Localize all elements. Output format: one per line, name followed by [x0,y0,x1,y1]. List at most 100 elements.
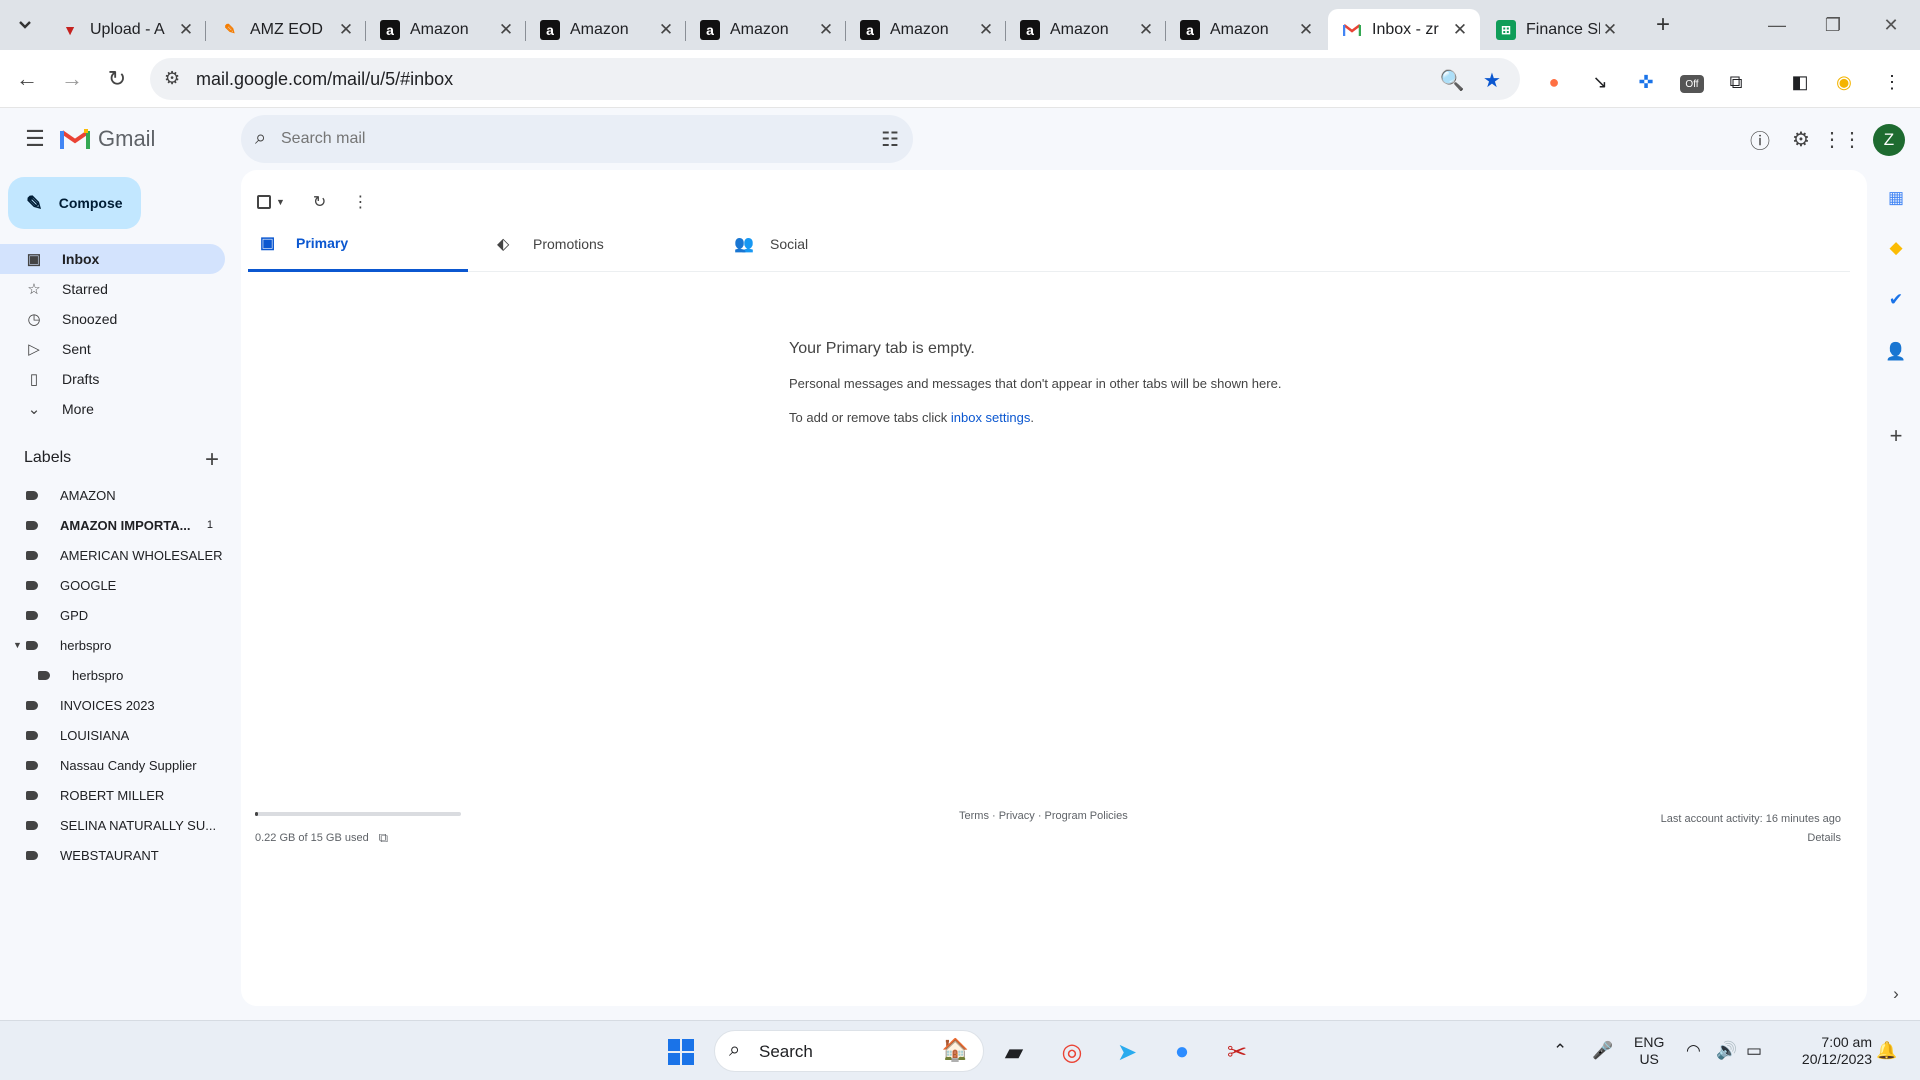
browser-tab[interactable]: a Amazon ✕ [366,9,526,50]
close-icon[interactable]: ✕ [1136,20,1156,40]
wifi-icon[interactable]: ◠ [1686,1041,1701,1061]
tab-primary[interactable]: ▣ Primary [248,216,468,272]
system-clock[interactable]: 7:00 am 20/12/2023 [1782,1034,1872,1068]
sidebar-item-starred[interactable]: ☆ Starred [0,274,225,304]
close-icon[interactable]: ✕ [1600,20,1620,40]
label-item[interactable]: ROBERT MILLER [0,780,225,810]
settings-gear-icon[interactable]: ⚙ [1785,123,1817,155]
caret-down-icon[interactable]: ▼ [13,640,22,650]
tab-promotions[interactable]: ⬖ Promotions [485,216,705,272]
sidebar-item-drafts[interactable]: ▯ Drafts [0,364,225,394]
footer-links[interactable]: Terms · Privacy · Program Policies [959,810,1128,822]
telegram-icon[interactable]: ➤ [1110,1035,1144,1069]
close-icon[interactable]: ✕ [976,20,996,40]
search-bar[interactable]: ⌕ ☷ [241,115,913,163]
sidebar-item-sent[interactable]: ▷ Sent [0,334,225,364]
label-item[interactable]: Nassau Candy Supplier [0,750,225,780]
browser-tab[interactable]: a Amazon ✕ [526,9,686,50]
google-apps-icon[interactable]: ⋮⋮ [1822,123,1862,155]
refresh-icon[interactable]: ↻ [313,192,326,212]
bookmark-star-icon[interactable]: ★ [1480,68,1504,92]
select-all-checkbox[interactable] [257,195,271,209]
chrome-icon[interactable]: ◎ [1055,1035,1089,1069]
add-app-icon[interactable]: + [1884,423,1908,448]
forward-icon[interactable]: → [55,62,89,96]
address-bar[interactable]: ⚙ mail.google.com/mail/u/5/#inbox 🔍 ★ [150,58,1520,100]
browser-tab[interactable]: a Amazon ✕ [686,9,846,50]
details-link[interactable]: Details [1661,829,1841,848]
side-panel-icon[interactable]: ◧ [1788,70,1812,94]
close-icon[interactable]: ✕ [176,20,196,40]
browser-tab[interactable]: ▼ Upload - A ✕ [46,9,206,50]
reload-icon[interactable]: ↻ [100,62,134,96]
label-item[interactable]: AMAZON [0,480,225,510]
close-icon[interactable]: ✕ [1296,20,1316,40]
volume-icon[interactable]: 🔊 [1716,1041,1737,1061]
main-menu-icon[interactable]: ☰ [20,124,50,154]
tasks-icon[interactable]: ✔ [1884,288,1908,312]
windows-start-icon[interactable] [664,1035,698,1069]
extensions-puzzle-icon[interactable]: ⧉ [1724,70,1748,94]
search-options-icon[interactable]: ☷ [881,127,899,152]
tray-chevron-icon[interactable]: ⌃ [1553,1041,1567,1061]
extension-cursor-icon[interactable]: ↘ [1588,70,1612,94]
calendar-icon[interactable]: ▦ [1884,186,1908,210]
more-options-icon[interactable]: ⋮ [352,192,368,212]
close-icon[interactable]: ✕ [816,20,836,40]
browser-tab[interactable]: ⊞ Finance Sh ✕ [1482,9,1630,50]
contacts-icon[interactable]: 👤 [1884,340,1908,364]
extension-orange-icon[interactable]: ● [1542,70,1566,94]
label-item[interactable]: LOUISIANA [0,720,225,750]
browser-tab-active[interactable]: Inbox - zr ✕ [1328,9,1480,50]
label-item[interactable]: WEBSTAURANT [0,840,225,870]
browser-tab[interactable]: a Amazon ✕ [1166,9,1326,50]
minimize-icon[interactable]: — [1762,12,1792,38]
gmail-logo[interactable]: Gmail [60,126,155,152]
input-language[interactable]: ENG US [1634,1034,1664,1068]
close-window-icon[interactable]: ✕ [1876,12,1906,38]
close-icon[interactable]: ✕ [656,20,676,40]
close-icon[interactable]: ✕ [496,20,516,40]
keep-icon[interactable]: ◆ [1884,236,1908,260]
add-label-icon[interactable]: + [205,446,219,474]
label-item-nested[interactable]: herbspro [0,660,225,690]
extension-blue-icon[interactable]: ✜ [1634,70,1658,94]
profile-avatar-icon[interactable]: ◉ [1832,70,1856,94]
snipping-tool-icon[interactable]: ✂ [1220,1035,1254,1069]
chrome-menu-icon[interactable]: ⋮ [1880,70,1904,94]
inbox-settings-link[interactable]: inbox settings [951,410,1031,425]
label-item[interactable]: GOOGLE [0,570,225,600]
url-text[interactable]: mail.google.com/mail/u/5/#inbox [196,69,453,90]
browser-tab[interactable]: a Amazon ✕ [1006,9,1166,50]
label-item[interactable]: AMAZON IMPORTA... 1 [0,510,225,540]
zoom-app-icon[interactable]: ● [1165,1035,1199,1069]
label-item[interactable]: GPD [0,600,225,630]
browser-tab[interactable]: ✎ AMZ EOD ✕ [206,9,366,50]
notification-bell-icon[interactable]: 🔔 [1876,1041,1897,1061]
account-avatar[interactable]: Z [1873,124,1905,156]
battery-icon[interactable]: ▭ [1746,1041,1762,1061]
label-item[interactable]: SELINA NATURALLY SU... [0,810,225,840]
open-external-icon[interactable]: ⧉ [379,830,388,846]
tab-social[interactable]: 👥 Social [722,216,942,272]
close-icon[interactable]: ✕ [336,20,356,40]
search-input[interactable] [281,115,841,163]
back-icon[interactable]: ← [10,62,44,96]
label-item[interactable]: INVOICES 2023 [0,690,225,720]
help-icon[interactable]: ⓘ [1744,123,1776,155]
tab-search-chevron-icon[interactable] [10,10,40,40]
restore-icon[interactable]: ❐ [1818,12,1848,38]
microphone-icon[interactable]: 🎤 [1592,1041,1613,1061]
zoom-icon[interactable]: 🔍 [1440,68,1465,92]
site-info-icon[interactable]: ⚙ [164,68,180,89]
close-icon[interactable]: ✕ [1450,20,1470,40]
extension-off-badge[interactable]: Off [1680,75,1704,93]
browser-tab[interactable]: a Amazon ✕ [846,9,1006,50]
file-explorer-icon[interactable]: ▰ [997,1035,1031,1069]
label-item[interactable]: ▼ herbspro [0,630,225,660]
sidebar-item-more[interactable]: ⌄ More [0,394,225,424]
expand-side-panel-icon[interactable]: › [1884,982,1908,1006]
sidebar-item-snoozed[interactable]: ◷ Snoozed [0,304,225,334]
label-item[interactable]: AMERICAN WHOLESALER [0,540,225,570]
new-tab-button[interactable]: + [1650,11,1676,38]
